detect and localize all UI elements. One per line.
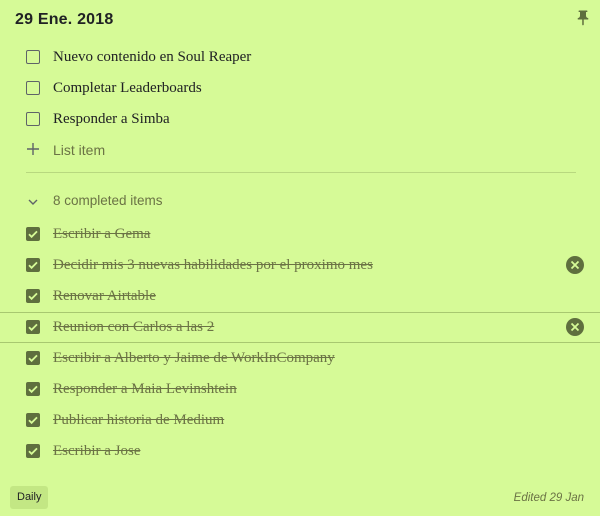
checkmark-icon [28,416,38,425]
checkmark-icon [28,447,38,456]
checkbox-checked[interactable] [26,227,40,241]
checkbox-checked[interactable] [26,320,40,334]
checkmark-icon [28,261,38,270]
add-item-placeholder[interactable]: List item [53,140,105,160]
close-icon [570,260,580,270]
list-item-label[interactable]: Nuevo contenido en Soul Reaper [53,47,251,67]
checkbox-unchecked[interactable] [26,112,40,126]
list-item-label[interactable]: Renovar Airtable [53,286,156,306]
chevron-down-icon[interactable] [27,196,39,208]
list-item-label[interactable]: Escribir a Jose [53,441,140,461]
checkmark-icon [28,323,38,332]
completed-items-toggle[interactable]: 8 completed items [0,186,600,216]
pin-icon[interactable] [574,9,592,27]
list-item-label[interactable]: Completar Leaderboards [53,78,202,98]
list-item-label[interactable]: Responder a Maia Levinshtein [53,379,237,399]
plus-icon [27,143,39,155]
completed-list-item[interactable]: Publicar historia de Medium [0,405,600,436]
list-item-label[interactable]: Reunion con Carlos a las 2 [53,317,214,337]
completed-list-item[interactable]: Decidir mis 3 nuevas habilidades por el … [0,250,600,281]
list-item-label[interactable]: Decidir mis 3 nuevas habilidades por el … [53,255,373,275]
checkmark-icon [28,292,38,301]
label-chip[interactable]: Daily [10,486,49,509]
checkbox-unchecked[interactable] [26,81,40,95]
close-icon [570,322,580,332]
add-list-item[interactable]: List item [0,135,600,166]
divider [26,172,576,173]
checkmark-icon [28,354,38,363]
remove-item-button[interactable] [566,256,584,274]
note-title[interactable]: 29 Ene. 2018 [15,8,113,32]
checkbox-checked[interactable] [26,444,40,458]
completed-list-item[interactable]: Escribir a Gema [0,219,600,250]
checkbox-checked[interactable] [26,351,40,365]
checkbox-unchecked[interactable] [26,50,40,64]
list-item-label[interactable]: Escribir a Gema [53,224,150,244]
list-item-label[interactable]: Responder a Simba [53,109,170,129]
note-card[interactable]: 29 Ene. 2018 Nuevo contenido en Soul Rea… [0,0,600,516]
list-item[interactable]: Responder a Simba [0,104,600,135]
completed-list-item[interactable]: Escribir a Alberto y Jaime de WorkInComp… [0,343,600,374]
list-item[interactable]: Completar Leaderboards [0,73,600,104]
checkbox-checked[interactable] [26,258,40,272]
completed-list-item[interactable]: Responder a Maia Levinshtein [0,374,600,405]
list-item-label[interactable]: Publicar historia de Medium [53,410,224,430]
completed-list-item-hovered[interactable]: Reunion con Carlos a las 2 [0,312,600,343]
checkbox-checked[interactable] [26,289,40,303]
completed-list-item[interactable]: Escribir a Jose [0,436,600,467]
edited-timestamp: Edited 29 Jan [513,492,584,504]
checkmark-icon [28,385,38,394]
list-item-label[interactable]: Escribir a Alberto y Jaime de WorkInComp… [53,348,335,368]
checkbox-checked[interactable] [26,413,40,427]
list-item[interactable]: Nuevo contenido en Soul Reaper [0,42,600,73]
checkbox-checked[interactable] [26,382,40,396]
remove-item-button[interactable] [566,318,584,336]
completed-items-count: 8 completed items [53,193,163,208]
checkmark-icon [28,230,38,239]
completed-list-item[interactable]: Renovar Airtable [0,281,600,312]
